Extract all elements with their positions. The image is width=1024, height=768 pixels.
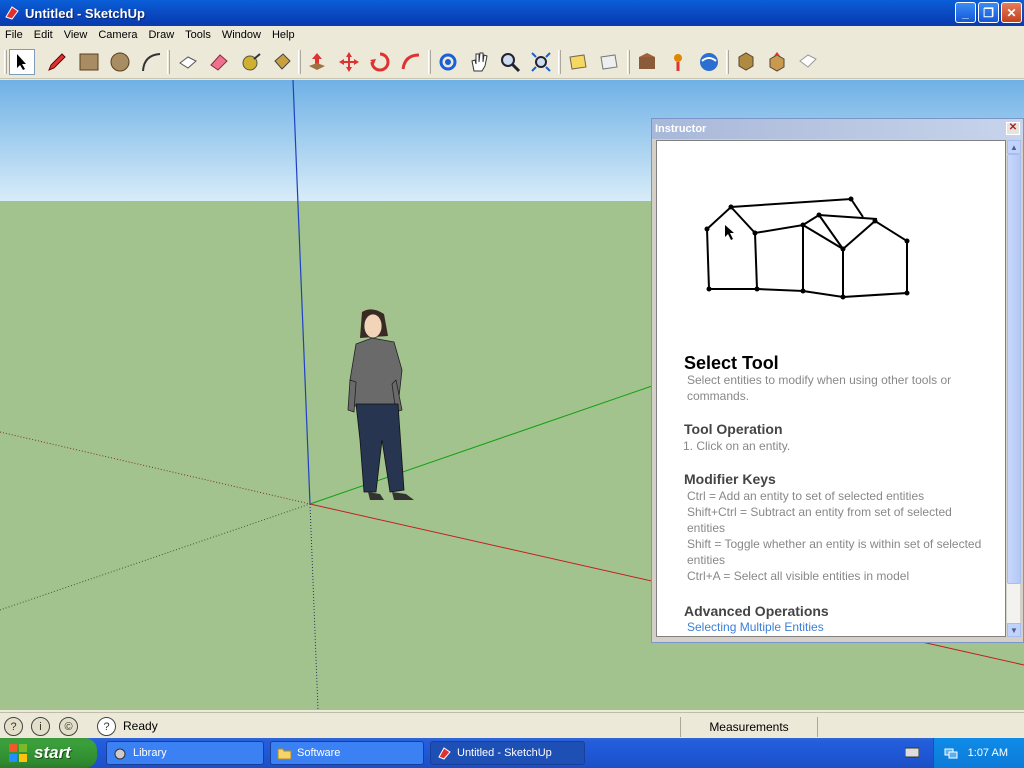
select-tool-icon[interactable] [9,49,35,75]
google-earth-icon[interactable] [696,49,722,75]
instructor-heading: Select Tool [684,353,779,373]
rectangle-tool-icon[interactable] [76,49,102,75]
minimize-button[interactable]: _ [955,2,976,23]
sketchup-task-icon [438,746,451,760]
user-icon[interactable]: © [59,717,78,736]
instructor-title: Instructor [655,123,707,135]
paint-bucket-icon[interactable] [269,49,295,75]
tool-operation-step: 1. Click on an entity. [683,439,791,453]
windows-taskbar: start Library Software Untitled - Sketch… [0,738,1024,768]
clock: 1:07 AM [967,747,1008,759]
menu-draw[interactable]: Draw [143,29,180,41]
geo-location-icon[interactable]: ? [4,717,23,736]
tool-operation-heading: Tool Operation [684,421,783,437]
instructor-scrollbar[interactable]: ▲ ▼ [1006,140,1021,637]
folder-icon [277,748,292,759]
share-model-icon[interactable] [764,49,790,75]
help-icon[interactable]: ? [97,717,116,736]
instructor-close-button[interactable]: ✕ [1006,122,1020,135]
title-bar: Untitled - SketchUp _ ❐ ✕ [0,0,1024,26]
task-sketchup[interactable]: Untitled - SketchUp [430,741,585,765]
close-button[interactable]: ✕ [1001,2,1022,23]
rotate-tool-icon[interactable] [367,49,393,75]
instructor-description: Select entities to modify when using oth… [687,373,952,403]
measurements-input[interactable] [820,717,1020,737]
eraser-tool-icon[interactable] [206,49,232,75]
tape-measure-icon[interactable] [238,49,264,75]
restore-button[interactable]: ❐ [978,2,999,23]
scroll-up-icon[interactable]: ▲ [1007,140,1021,154]
follow-me-icon[interactable] [398,49,424,75]
modifier-ctrl-a: Ctrl+A = Select all visible entities in … [687,569,910,583]
status-bar: ? i © ? Ready Measurements [0,712,1024,738]
push-pull-icon[interactable] [304,49,330,75]
network-icon[interactable] [944,746,958,760]
menu-window[interactable]: Window [217,29,267,41]
status-text: Ready [123,719,158,733]
scroll-thumb[interactable] [1007,154,1021,584]
menu-bar: File Edit View Camera Draw Tools Window … [0,26,1024,44]
start-button[interactable]: start [0,738,97,768]
measurements-label: Measurements [680,717,818,737]
sketchup-app-icon [5,6,19,20]
next-view-icon[interactable] [596,49,622,75]
keyboard-icon[interactable] [905,746,919,758]
zoom-tool-icon[interactable] [497,49,523,75]
select-tool-illustration [704,196,910,300]
modifier-ctrl: Ctrl = Add an entity to set of selected … [687,489,925,503]
system-tray: 1:07 AM [933,738,1024,768]
toolbar-separator [558,50,561,74]
modifier-keys-heading: Modifier Keys [684,471,776,487]
scroll-down-icon[interactable]: ▼ [1007,623,1021,637]
toolbar-separator [428,50,431,74]
orbit-tool-icon[interactable] [435,49,461,75]
move-tool-icon[interactable] [336,49,362,75]
windows-flag-icon [9,744,27,762]
toolbar-separator [298,50,301,74]
pan-tool-icon[interactable] [466,49,492,75]
add-location-icon[interactable] [665,49,691,75]
instructor-titlebar[interactable]: Instructor [652,119,1023,139]
menu-file[interactable]: File [0,29,29,41]
task-software[interactable]: Software [270,741,424,765]
zoom-extents-icon[interactable] [528,49,554,75]
start-label: start [34,743,71,762]
toolbar-separator [726,50,729,74]
menu-edit[interactable]: Edit [29,29,59,41]
circle-tool-icon[interactable] [107,49,133,75]
library-icon [114,748,126,759]
credits-icon[interactable]: i [31,717,50,736]
warehouse-icon[interactable] [634,49,660,75]
task-library[interactable]: Library [106,741,264,765]
cursor-icon [725,225,734,240]
advanced-operations-heading: Advanced Operations [684,603,829,619]
modifier-shift-ctrl: Shift+Ctrl = Subtract an entity from set… [687,505,952,535]
menu-view[interactable]: View [59,29,94,41]
modifier-shift: Shift = Toggle whether an entity is with… [687,537,982,567]
menu-camera[interactable]: Camera [93,29,143,41]
pencil-tool-icon[interactable] [44,49,70,75]
instructor-content: Select Tool Select entities to modify wh… [656,140,1006,637]
selecting-multiple-entities-link[interactable]: Selecting Multiple Entities [687,620,824,634]
window-title: Untitled - SketchUp [25,5,145,21]
task-software-label: Software [297,747,341,759]
make-component-icon[interactable] [175,49,201,75]
main-toolbar [0,45,1024,79]
task-sketchup-label: Untitled - SketchUp [457,747,552,759]
menu-tools[interactable]: Tools [180,29,217,41]
task-library-label: Library [133,747,167,759]
previous-view-icon[interactable] [565,49,591,75]
instructor-panel: Instructor ✕ Select Tool Select entities… [651,118,1024,643]
menu-help[interactable]: Help [267,29,301,41]
get-models-icon[interactable] [733,49,759,75]
toolbar-separator [627,50,630,74]
arc-tool-icon[interactable] [138,49,164,75]
make-component-2-icon[interactable] [795,49,821,75]
toolbar-separator [167,50,170,74]
toolbar-grip[interactable] [4,50,7,74]
